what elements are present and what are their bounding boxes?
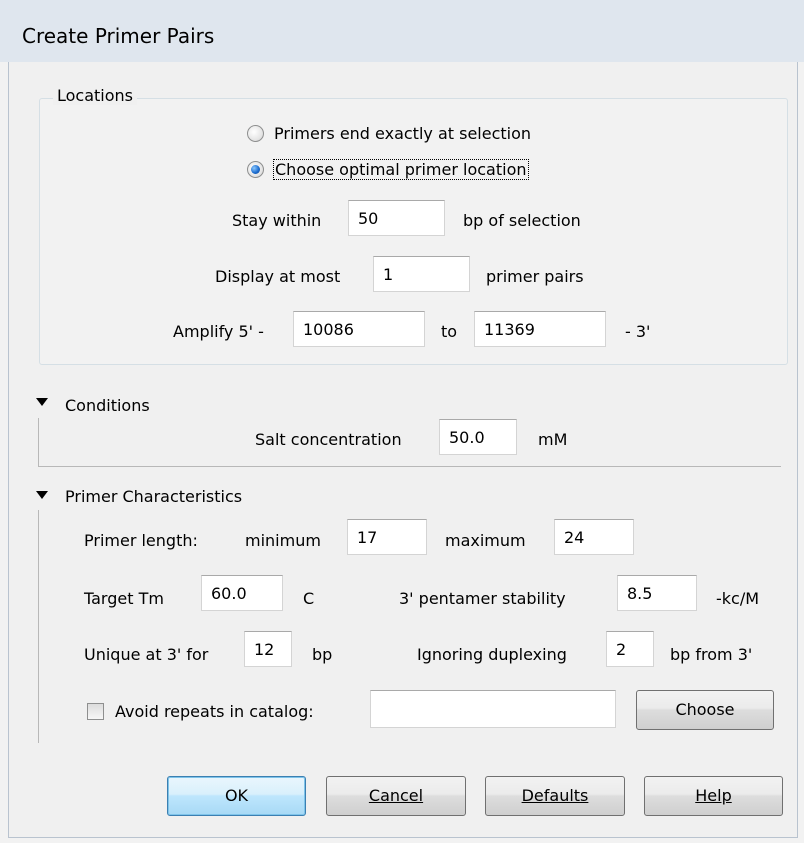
ok-button-label: OK [224, 786, 249, 805]
pentamer-unit: -kc/M [716, 589, 760, 608]
characteristics-label[interactable]: Primer Characteristics [65, 487, 242, 506]
amplify-to-input[interactable]: 11369 [474, 311, 606, 347]
characteristics-bracket [38, 510, 39, 743]
conditions-label[interactable]: Conditions [65, 396, 150, 415]
avoid-repeats-checkbox[interactable] [87, 703, 104, 720]
target-tm-label: Target Tm [84, 589, 164, 608]
choose-button[interactable]: Choose [636, 690, 774, 730]
duplexing-label: Ignoring duplexing [417, 645, 567, 664]
salt-label: Salt concentration [255, 430, 402, 449]
unique-label: Unique at 3' for [84, 645, 209, 664]
maximum-input[interactable]: 24 [554, 519, 634, 555]
radio-optimal[interactable] [247, 161, 264, 178]
unique-unit: bp [312, 645, 333, 664]
display-at-most-label: Display at most [215, 267, 341, 286]
choose-button-label: Choose [675, 700, 735, 719]
display-at-most-suffix: primer pairs [486, 267, 584, 286]
duplexing-unit: bp from 3' [670, 645, 753, 664]
help-button[interactable]: Help [644, 776, 783, 816]
primer-length-label: Primer length: [84, 531, 198, 550]
salt-input[interactable]: 50.0 [439, 419, 517, 455]
salt-unit: mM [538, 430, 568, 449]
window-title: Create Primer Pairs [22, 24, 215, 48]
duplexing-input[interactable]: 2 [606, 631, 654, 667]
ok-button[interactable]: OK [167, 776, 306, 816]
minimum-label: minimum [245, 531, 321, 550]
conditions-bracket [38, 418, 39, 466]
amplify-label: Amplify 5' - [173, 322, 264, 341]
radio-selected-dot [251, 165, 260, 174]
characteristics-collapse-triangle-icon[interactable] [36, 491, 48, 499]
maximum-label: maximum [445, 531, 526, 550]
defaults-button-label: Defaults [521, 786, 589, 805]
amplify-from-input[interactable]: 10086 [293, 311, 425, 347]
conditions-divider [38, 466, 781, 467]
title-bar: Create Primer Pairs [0, 0, 804, 62]
amplify-to-label: to [441, 322, 458, 341]
defaults-button[interactable]: Defaults [485, 776, 625, 816]
amplify-suffix: - 3' [625, 322, 651, 341]
radio-exact-label[interactable]: Primers end exactly at selection [274, 124, 531, 143]
radio-exact[interactable] [247, 125, 264, 142]
unique-input[interactable]: 12 [244, 631, 292, 667]
locations-group-label: Locations [53, 86, 138, 105]
cancel-button[interactable]: Cancel [326, 776, 466, 816]
target-tm-unit: C [303, 589, 315, 608]
help-button-label: Help [695, 786, 732, 805]
stay-within-input[interactable]: 50 [348, 200, 445, 236]
radio-optimal-label[interactable]: Choose optimal primer location [273, 159, 529, 180]
cancel-button-label: Cancel [368, 786, 424, 805]
display-at-most-input[interactable]: 1 [373, 256, 470, 292]
stay-within-suffix: bp of selection [463, 211, 581, 230]
pentamer-input[interactable]: 8.5 [617, 575, 697, 611]
conditions-collapse-triangle-icon[interactable] [36, 398, 48, 406]
catalog-input[interactable] [370, 690, 616, 728]
minimum-input[interactable]: 17 [347, 519, 427, 555]
stay-within-label: Stay within [232, 211, 322, 230]
target-tm-input[interactable]: 60.0 [201, 575, 283, 611]
avoid-repeats-label[interactable]: Avoid repeats in catalog: [115, 702, 314, 721]
pentamer-label: 3' pentamer stability [399, 589, 566, 608]
